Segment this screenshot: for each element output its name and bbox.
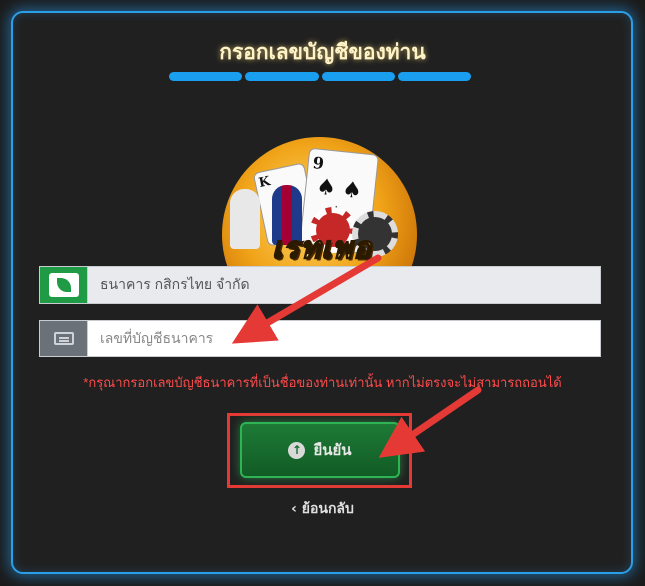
confirm-label: ยืนยัน: [313, 441, 352, 459]
progress-step-1: [169, 72, 243, 81]
bank-leaf-icon: [48, 273, 79, 297]
back-label: ย้อนกลับ: [301, 501, 354, 517]
confirm-button[interactable]: ↑ ยืนยัน: [240, 422, 400, 478]
card-rank-k: K: [257, 173, 272, 191]
account-number-input[interactable]: เลขที่บัญชีธนาคาร: [88, 320, 601, 357]
arrow-up-circle-icon: ↑: [288, 441, 306, 459]
bank-name-value[interactable]: ธนาคาร กสิกรไทย จำกัด: [88, 266, 601, 304]
card-icon-box: [39, 320, 88, 357]
card-rank-9: 9: [311, 153, 325, 174]
account-number-field[interactable]: เลขที่บัญชีธนาคาร: [39, 320, 601, 357]
bank-select-field[interactable]: ธนาคาร กสิกรไทย จำกัด: [39, 266, 601, 304]
spade-icon: ♠: [340, 176, 364, 205]
progress-step-4: [397, 72, 471, 81]
logo-brand-text: เรทเพอ: [271, 230, 373, 267]
site-logo: K 9 ♠ ♠ ♠ เรทเพอ: [222, 137, 417, 267]
chevron-left-icon: ‹: [291, 501, 297, 517]
progress-step-2: [245, 72, 319, 81]
spade-icon: ♠: [315, 173, 338, 202]
progress-bar: [169, 72, 471, 81]
bank-icon-box: [39, 266, 88, 304]
back-link[interactable]: ‹ ย้อนกลับ: [0, 498, 645, 520]
progress-step-3: [321, 72, 395, 81]
warning-message: *กรุณากรอกเลขบัญชีธนาคารที่เป็นชื่อของท่…: [83, 375, 562, 390]
card-icon: [53, 332, 74, 345]
page-title: กรอกเลขบัญชีของท่าน: [219, 40, 426, 64]
